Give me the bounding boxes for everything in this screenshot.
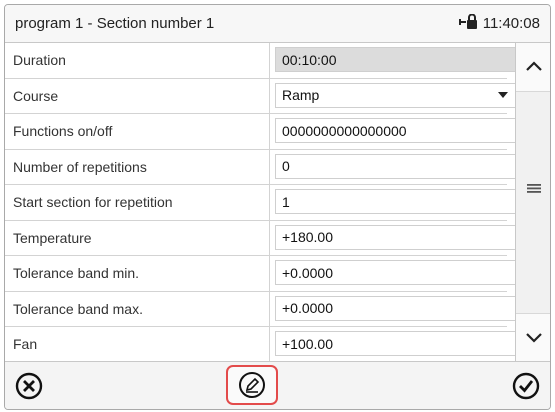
- parameter-row: Temperature +180.00: [5, 220, 517, 256]
- field-value: Ramp: [282, 87, 320, 103]
- field-value: 1: [282, 193, 290, 210]
- close-circle-icon: [15, 372, 43, 400]
- clock-time: 11:40:08: [482, 15, 540, 32]
- parameter-row: Tolerance band max. +0.0000: [5, 291, 517, 327]
- value-input[interactable]: +0.0000: [275, 260, 517, 285]
- bottom-toolbar: [5, 361, 550, 409]
- title-bar: program 1 - Section number 1 11:40:08: [5, 5, 550, 43]
- field-value: 0: [282, 158, 290, 174]
- field-value: +0.0000: [282, 300, 333, 316]
- parameter-label: Duration: [5, 43, 270, 78]
- program-section-window: program 1 - Section number 1 11:40:08 Du…: [4, 4, 551, 410]
- scroll-down-button[interactable]: [516, 325, 550, 351]
- field-value: +0.0000: [282, 264, 333, 281]
- parameter-label: Fan: [5, 327, 270, 361]
- checkmark-circle-icon: [512, 372, 540, 400]
- value-input[interactable]: +100.00: [275, 331, 517, 356]
- edit-button[interactable]: [226, 365, 278, 405]
- chevron-up-icon: [525, 61, 542, 71]
- field-value: 0000000000000000: [282, 122, 407, 139]
- parameter-label: Number of repetitions: [5, 149, 270, 184]
- parameter-row: Fan +100.00: [5, 327, 517, 361]
- field-value: +180.00: [282, 229, 333, 245]
- confirm-button[interactable]: [510, 370, 542, 402]
- parameter-list: Duration 00:10:00 Course Ramp Functions on/o…: [5, 43, 550, 361]
- parameter-label: Start section for repetition: [5, 185, 270, 220]
- scroll-track[interactable]: [516, 91, 550, 314]
- parameter-row: Duration 00:10:00: [5, 43, 517, 79]
- value-input[interactable]: 1: [275, 189, 517, 214]
- parameter-row: Start section for repetition 1: [5, 185, 517, 221]
- parameter-row: Course Ramp: [5, 78, 517, 114]
- parameter-row: Number of repetitions 0: [5, 149, 517, 185]
- scrollbar[interactable]: [515, 43, 550, 361]
- parameter-label: Functions on/off: [5, 114, 270, 149]
- parameter-label: Tolerance band max.: [5, 291, 270, 326]
- parameter-label: Tolerance band min.: [5, 256, 270, 291]
- value-input[interactable]: 0000000000000000: [275, 118, 517, 143]
- page-title: program 1 - Section number 1: [15, 15, 215, 32]
- status-area: 11:40:08: [458, 13, 540, 34]
- parameter-label: Course: [5, 78, 270, 113]
- lock-network-icon: [458, 13, 479, 34]
- pencil-edit-icon: [239, 372, 265, 398]
- scroll-menu-button[interactable]: [516, 176, 550, 200]
- value-input[interactable]: 0: [275, 153, 517, 179]
- scroll-up-button[interactable]: [516, 53, 550, 79]
- dropdown-caret-icon: [498, 92, 508, 98]
- parameter-row: Functions on/off 0000000000000000: [5, 114, 517, 150]
- value-input[interactable]: +180.00: [275, 224, 517, 250]
- cancel-button[interactable]: [13, 370, 45, 402]
- readonly-value-field: 00:10:00: [275, 47, 517, 72]
- value-input[interactable]: +0.0000: [275, 295, 517, 321]
- field-value: +100.00: [282, 335, 333, 352]
- chevron-down-icon: [525, 333, 542, 343]
- course-select[interactable]: Ramp: [275, 82, 517, 108]
- field-value: 00:10:00: [282, 51, 337, 68]
- parameter-row: Tolerance band min. +0.0000: [5, 256, 517, 292]
- parameter-label: Temperature: [5, 220, 270, 255]
- hamburger-icon: [526, 184, 541, 193]
